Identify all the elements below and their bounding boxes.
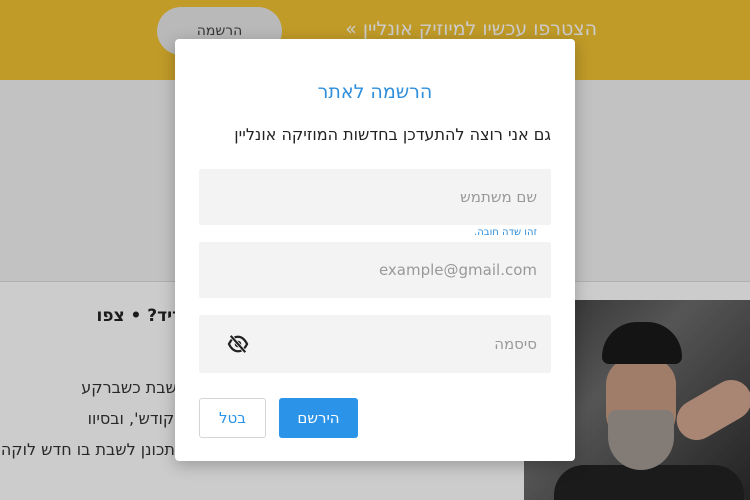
username-error: זהו שדה חובה. [474,227,537,238]
newsletter-option[interactable]: גם אני רוצה להתעדכן בחדשות המוזיקה אונלי… [234,125,551,144]
newsletter-label[interactable]: גם אני רוצה להתעדכן בחדשות המוזיקה אונלי… [234,125,551,144]
signup-modal: הרשמה לאתר גם אני רוצה להתעדכן בחדשות המ… [175,39,575,461]
password-input[interactable] [199,315,551,373]
username-input[interactable] [199,169,551,225]
cancel-button[interactable]: בטל [199,398,266,438]
register-button[interactable]: הירשם [279,398,358,438]
password-field[interactable] [199,315,551,373]
modal-title: הרשמה לאתר [317,81,433,103]
username-field[interactable] [199,169,551,225]
eye-off-icon[interactable] [227,334,249,354]
email-field[interactable] [199,242,551,298]
email-input[interactable] [199,242,551,298]
